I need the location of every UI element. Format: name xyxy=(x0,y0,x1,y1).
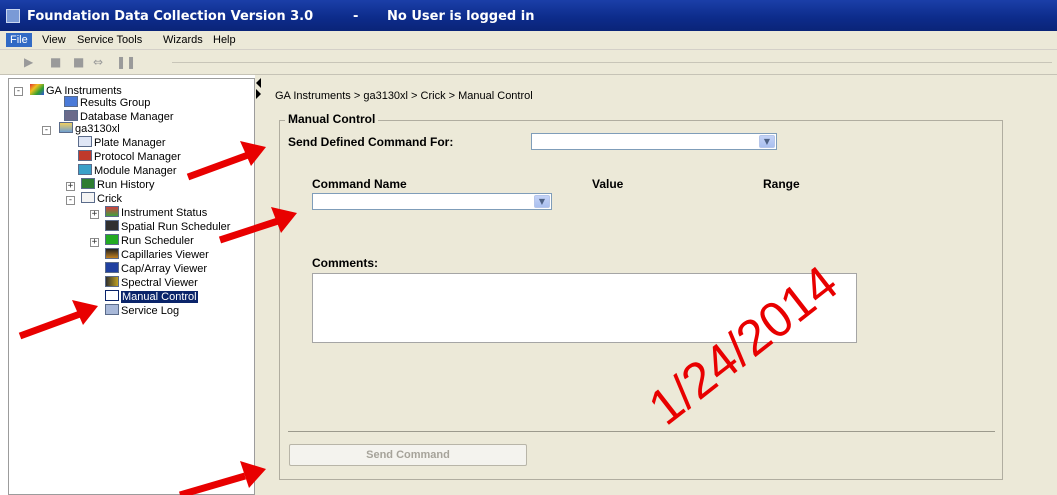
pause-icon[interactable]: ❚❚ xyxy=(116,56,136,68)
collapse-icon[interactable]: - xyxy=(42,126,51,135)
command-name-select[interactable]: ▼ xyxy=(312,193,552,210)
tree-item[interactable]: Spectral Viewer xyxy=(105,276,198,290)
tree-item[interactable]: Plate Manager xyxy=(78,136,166,150)
chevron-down-icon[interactable]: ▼ xyxy=(534,195,550,208)
menu-view[interactable]: View xyxy=(38,33,70,47)
group-title: Manual Control xyxy=(285,112,379,126)
tree-item[interactable]: Module Manager xyxy=(78,164,177,178)
expand-right-icon[interactable] xyxy=(256,89,261,99)
instrument-status-icon xyxy=(105,206,119,217)
cap-array-icon xyxy=(105,262,119,273)
tree-item[interactable]: Spatial Run Scheduler xyxy=(105,220,230,234)
range-header: Range xyxy=(763,177,800,191)
panel-splitter[interactable] xyxy=(255,75,263,495)
expand-icon[interactable]: + xyxy=(90,238,99,247)
instrument-icon xyxy=(59,122,73,133)
divider xyxy=(288,431,995,432)
database-icon xyxy=(64,110,78,121)
menu-service-tools[interactable]: Service Tools xyxy=(73,33,146,47)
expand-icon[interactable]: + xyxy=(66,182,75,191)
crick-icon xyxy=(81,192,95,203)
window-title: Foundation Data Collection Version 3.0 xyxy=(27,9,314,24)
ga-instruments-icon xyxy=(30,84,44,95)
capillaries-icon xyxy=(105,248,119,259)
tree-item[interactable]: Instrument Status xyxy=(105,206,207,220)
chevron-down-icon[interactable]: ▼ xyxy=(759,135,775,148)
menu-file[interactable]: File xyxy=(6,33,32,47)
skip-icon[interactable]: ⇔ xyxy=(93,56,103,68)
send-defined-select[interactable]: ▼ xyxy=(531,133,777,150)
tree-item[interactable]: Cap/Array Viewer xyxy=(105,262,207,276)
app-icon xyxy=(6,9,20,23)
tree-item[interactable]: Run History xyxy=(81,178,154,192)
collapse-icon[interactable]: - xyxy=(14,87,23,96)
stop-icon[interactable]: ■ xyxy=(50,56,61,68)
spectral-icon xyxy=(105,276,119,287)
toolbar: ▶ ■ ■ ⇔ ❚❚ xyxy=(0,50,1057,75)
value-header: Value xyxy=(592,177,624,191)
toolbar-divider xyxy=(172,62,1052,63)
menu-wizards[interactable]: Wizards xyxy=(159,33,207,47)
tree-item[interactable]: Results Group xyxy=(64,96,150,110)
run-history-icon xyxy=(81,178,95,189)
tree-item[interactable]: Crick xyxy=(81,192,122,206)
stop-icon[interactable]: ■ xyxy=(73,56,84,68)
tree-item[interactable]: Protocol Manager xyxy=(78,150,181,164)
hand-icon xyxy=(105,290,119,301)
service-log-icon xyxy=(105,304,119,315)
send-command-button[interactable]: Send Command xyxy=(289,444,527,466)
plate-icon xyxy=(78,136,92,147)
scheduler-icon xyxy=(105,234,119,245)
tree-item[interactable]: Run Scheduler xyxy=(105,234,194,248)
comments-label: Comments: xyxy=(312,256,379,270)
navigation-tree[interactable]: - GA Instruments Results Group Database … xyxy=(8,78,255,495)
menu-bar: File View Service Tools Wizards Help xyxy=(0,31,1057,50)
collapse-icon[interactable]: - xyxy=(66,196,75,205)
breadcrumb: GA Instruments > ga3130xl > Crick > Manu… xyxy=(275,90,533,102)
tree-item[interactable]: ga3130xl xyxy=(59,122,120,136)
title-separator: - xyxy=(353,9,359,24)
user-status: No User is logged in xyxy=(387,9,535,24)
collapse-left-icon[interactable] xyxy=(256,78,261,88)
tree-item[interactable]: Capillaries Viewer xyxy=(105,248,209,262)
module-icon xyxy=(78,164,92,175)
play-icon[interactable]: ▶ xyxy=(24,56,33,68)
results-group-icon xyxy=(64,96,78,107)
tree-item-selected[interactable]: Manual Control xyxy=(105,290,198,304)
tree-item[interactable]: Service Log xyxy=(105,304,179,318)
main-content: GA Instruments > ga3130xl > Crick > Manu… xyxy=(263,75,1057,495)
menu-help[interactable]: Help xyxy=(209,33,240,47)
spatial-icon xyxy=(105,220,119,231)
title-bar: Foundation Data Collection Version 3.0 -… xyxy=(0,0,1057,31)
command-name-header: Command Name xyxy=(312,177,407,191)
protocol-icon xyxy=(78,150,92,161)
expand-icon[interactable]: + xyxy=(90,210,99,219)
send-defined-label: Send Defined Command For: xyxy=(288,135,454,149)
